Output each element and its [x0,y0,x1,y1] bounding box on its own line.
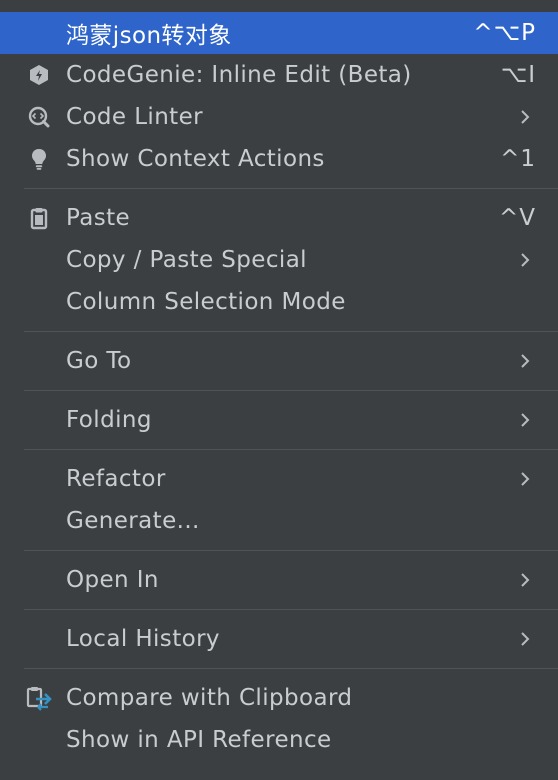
menu-separator [24,668,558,669]
menu-item-shortcut: ⌥I [500,62,536,88]
menu-item-label: Refactor [66,466,166,492]
menu-item-show-context-actions[interactable]: Show Context Actions ^1 [0,138,558,180]
menu-item-label: Paste [66,205,131,231]
context-menu: 鸿蒙json转对象 ^⌥P CodeGenie: Inline Edit (Be… [0,0,558,780]
menu-item-label: Go To [66,348,132,374]
menu-item-shortcut: ^1 [500,146,536,172]
menu-item-code-linter[interactable]: Code Linter [0,96,558,138]
menu-item-label: Code Linter [66,104,203,130]
menu-item-label: Copy / Paste Special [66,247,307,273]
compare-clipboard-icon [26,685,52,711]
menu-item-open-in[interactable]: Open In [0,559,558,601]
submenu-arrow-icon [516,251,534,269]
menu-item-label: Local History [66,626,220,652]
menu-item-label: Generate... [66,508,200,534]
menu-item-refactor[interactable]: Refactor [0,458,558,500]
menu-item-show-in-api-reference[interactable]: Show in API Reference [0,719,558,761]
menu-item-paste[interactable]: Paste ^V [0,197,558,239]
submenu-arrow-icon [516,571,534,589]
menu-item-label: CodeGenie: Inline Edit (Beta) [66,62,412,88]
menu-item-label: Show in API Reference [66,727,332,753]
menu-item-label: Column Selection Mode [66,289,346,315]
submenu-arrow-icon [516,630,534,648]
menu-item-copy-paste-special[interactable]: Copy / Paste Special [0,239,558,281]
menu-item-shortcut: ^V [498,205,536,231]
lightbulb-icon [26,146,52,172]
menu-separator [24,550,558,551]
submenu-arrow-icon [516,470,534,488]
menu-item-generate[interactable]: Generate... [0,500,558,542]
menu-item-label: Show Context Actions [66,146,325,172]
menu-separator [24,390,558,391]
code-linter-icon [26,104,52,130]
codegenie-icon [26,62,52,88]
menu-item-label: Folding [66,407,152,433]
submenu-arrow-icon [516,352,534,370]
submenu-arrow-icon [516,411,534,429]
menu-item-go-to[interactable]: Go To [0,340,558,382]
menu-item-local-history[interactable]: Local History [0,618,558,660]
menu-separator [24,188,558,189]
menu-separator [24,331,558,332]
menu-separator [24,609,558,610]
menu-item-harmony-json-to-object[interactable]: 鸿蒙json转对象 ^⌥P [0,12,558,54]
menu-item-compare-with-clipboard[interactable]: Compare with Clipboard [0,677,558,719]
menu-item-folding[interactable]: Folding [0,399,558,441]
menu-item-column-selection-mode[interactable]: Column Selection Mode [0,281,558,323]
clipboard-icon [26,205,52,231]
menu-item-label: Open In [66,567,159,593]
menu-item-label: Compare with Clipboard [66,685,353,711]
menu-item-label: 鸿蒙json转对象 [66,23,232,49]
menu-item-codegenie-inline-edit[interactable]: CodeGenie: Inline Edit (Beta) ⌥I [0,54,558,96]
menu-item-shortcut: ^⌥P [473,20,536,46]
menu-separator [24,449,558,450]
submenu-arrow-icon [516,108,534,126]
